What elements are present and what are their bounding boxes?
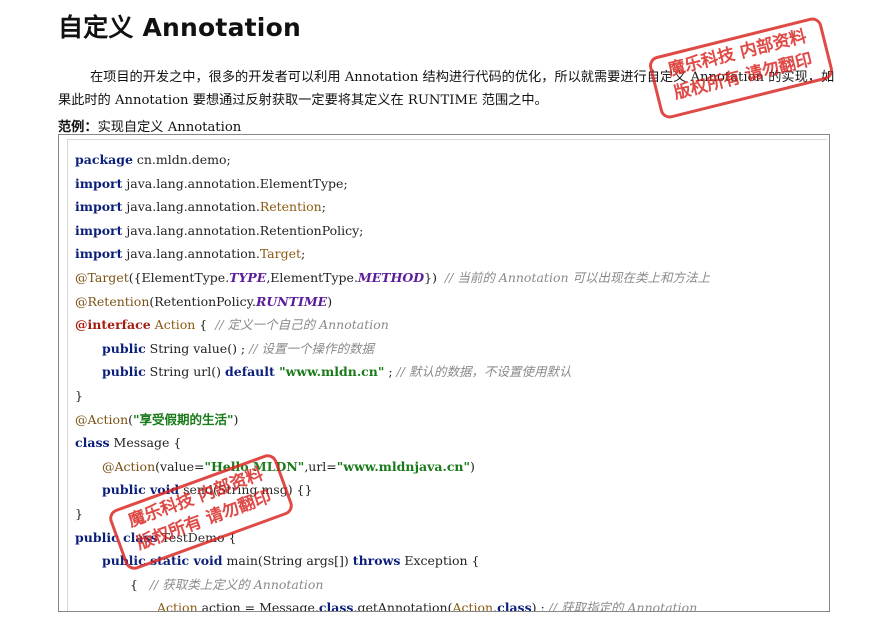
- code-string: "www.mldn.cn": [274, 364, 385, 380]
- code-token: String url(): [145, 364, 225, 380]
- code-token: import: [75, 175, 123, 191]
- code-token: Action: [452, 600, 494, 612]
- code-token: public: [102, 340, 146, 356]
- code-line-12: @Action("享受假期的生活"): [75, 408, 823, 432]
- page-title: 自定义 Annotation: [58, 13, 301, 42]
- example-text: 实现自定义 Annotation: [97, 120, 242, 135]
- code-comment: // 当前的 Annotation 可以出现在类上和方法上: [436, 269, 711, 285]
- code-line-2: import java.lang.annotation.ElementType;: [75, 172, 823, 196]
- code-string: "www.mldnjava.cn": [336, 458, 471, 474]
- code-token: }): [424, 269, 437, 285]
- code-token: (RetentionPolicy.: [149, 293, 256, 309]
- code-line-1: package cn.mldn.demo;: [75, 148, 823, 172]
- code-token: (value=: [155, 458, 205, 474]
- code-comment: // 默认的数据，不设置使用默认: [392, 364, 572, 380]
- code-token: import: [75, 246, 123, 262]
- code-token: action = Message.: [197, 600, 319, 612]
- code-token: ;: [384, 364, 393, 380]
- code-token: ,url=: [304, 458, 337, 474]
- code-token: import: [75, 222, 123, 238]
- code-line-7: @Retention(RetentionPolicy.RUNTIME): [75, 290, 823, 314]
- code-token: java.lang.annotation.: [122, 199, 260, 215]
- code-token: ): [327, 293, 333, 309]
- code-token: Action: [157, 600, 198, 612]
- code-comment: // 设置一个操作的数据: [245, 340, 375, 356]
- example-heading: 范例：实现自定义 Annotation: [58, 116, 241, 135]
- code-token: ): [470, 458, 475, 474]
- code-token: throws: [352, 553, 401, 569]
- code-token: default: [225, 364, 275, 380]
- code-token: ({ElementType.: [128, 269, 230, 285]
- code-token: Retention: [259, 199, 322, 215]
- code-token: ;: [301, 246, 306, 262]
- code-line-4: import java.lang.annotation.RetentionPol…: [75, 219, 823, 243]
- code-token: Action: [150, 317, 196, 333]
- code-token: class: [318, 600, 354, 612]
- code-token: ): [233, 411, 239, 427]
- code-line-13: class Message {: [75, 431, 823, 455]
- code-token: java.lang.annotation.ElementType;: [122, 175, 348, 191]
- document-page: 自定义 Annotation 在项目的开发之中，很多的开发者可以利用 Annot…: [0, 0, 882, 621]
- code-line-19: { // 获取类上定义的 Annotation: [75, 573, 823, 597]
- code-token: java.lang.annotation.: [122, 246, 260, 262]
- code-line-10: public String url() default "www.mldn.cn…: [75, 360, 823, 384]
- code-line-5: import java.lang.annotation.Target;: [75, 242, 823, 266]
- code-token: public: [102, 364, 146, 380]
- code-token: java.lang.annotation.RetentionPolicy;: [122, 222, 364, 238]
- code-token: @Action: [75, 411, 129, 427]
- code-token: {: [195, 317, 208, 333]
- code-token: METHOD: [357, 269, 425, 285]
- code-token: TYPE: [229, 269, 267, 285]
- code-token: ) ;: [531, 600, 545, 612]
- code-token: String value() ;: [145, 340, 246, 356]
- code-token: void: [189, 553, 223, 569]
- code-line-8: @interface Action { // 定义一个自己的 Annotatio…: [75, 313, 823, 337]
- code-token: @interface: [75, 317, 151, 333]
- code-token: RUNTIME: [255, 293, 328, 309]
- code-token: Message {: [109, 435, 182, 451]
- code-comment: // 获取指定的 Annotation: [544, 600, 698, 612]
- code-token: Target: [259, 246, 302, 262]
- code-line-3: import java.lang.annotation.Retention;: [75, 195, 823, 219]
- code-token: @Action: [102, 458, 156, 474]
- code-token: .getAnnotation(: [353, 600, 453, 612]
- code-token: class: [75, 435, 110, 451]
- code-token: Exception {: [400, 553, 480, 569]
- code-token: import: [75, 199, 123, 215]
- code-line-18: public static void main(String args[]) t…: [75, 549, 823, 573]
- code-line-14: @Action(value="Hello MLDN",url="www.mldn…: [75, 455, 823, 479]
- code-token: main(String args[]): [222, 553, 353, 569]
- code-comment: // 获取类上定义的 Annotation: [137, 576, 324, 592]
- code-token: {: [130, 576, 138, 592]
- code-token: class: [497, 600, 532, 612]
- code-comment: // 定义一个自己的 Annotation: [207, 317, 389, 333]
- code-line-11: }: [75, 387, 83, 403]
- code-token: public: [75, 529, 119, 545]
- code-token: ,ElementType.: [266, 269, 358, 285]
- example-label: 范例：: [58, 120, 98, 135]
- code-token: @Target: [75, 269, 129, 285]
- code-line-6: @Target({ElementType.TYPE,ElementType.ME…: [75, 266, 823, 290]
- code-token: ;: [321, 199, 326, 215]
- code-line-20: Action action = Message.class.getAnnotat…: [75, 596, 823, 612]
- code-token: cn.mldn.demo;: [132, 152, 231, 167]
- code-string: "享受假期的生活": [133, 411, 234, 427]
- code-token: @Retention: [75, 293, 150, 309]
- code-token: public: [102, 482, 146, 498]
- code-line-9: public String value() ; // 设置一个操作的数据: [75, 337, 823, 361]
- code-token: package: [75, 152, 133, 167]
